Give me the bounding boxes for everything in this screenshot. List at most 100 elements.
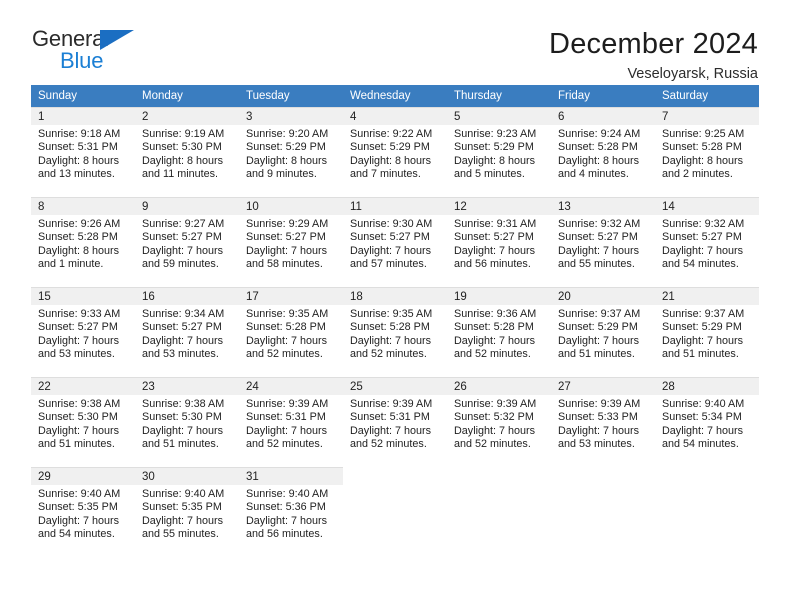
calendar-day-cell[interactable]: 14 Sunrise: 9:32 AM Sunset: 5:27 PM Dayligh… xyxy=(655,197,759,287)
calendar-day-cell[interactable]: 3 Sunrise: 9:20 AM Sunset: 5:29 PM Daylight… xyxy=(239,107,343,197)
day-number: 31 xyxy=(239,467,343,485)
calendar-day-cell[interactable]: 18 Sunrise: 9:35 AM Sunset: 5:28 PM Dayligh… xyxy=(343,287,447,377)
calendar-day-cell[interactable]: 30 Sunrise: 9:40 AM Sunset: 5:35 PM Dayligh… xyxy=(135,467,239,557)
calendar-day-cell[interactable]: 4 Sunrise: 9:22 AM Sunset: 5:29 PM Daylight… xyxy=(343,107,447,197)
day-info-sunrise: Sunrise: 9:36 AM xyxy=(454,308,537,320)
day-info-sunrise: Sunrise: 9:33 AM xyxy=(38,308,121,320)
day-info-sunset: Sunset: 5:28 PM xyxy=(246,321,326,334)
day-info-sunrise: Sunrise: 9:26 AM xyxy=(38,218,121,230)
day-info-sunrise: Sunrise: 9:32 AM xyxy=(662,218,745,230)
day-info-daylight-line2: and 51 minutes. xyxy=(558,347,635,360)
day-info-sunrise: Sunrise: 9:24 AM xyxy=(558,128,641,140)
day-info-daylight-line1: Daylight: 7 hours xyxy=(38,514,120,527)
calendar-day-cell[interactable]: 27 Sunrise: 9:39 AM Sunset: 5:33 PM Dayligh… xyxy=(551,377,655,467)
day-cell-inner: 12 Sunrise: 9:31 AM Sunset: 5:27 PM Dayligh… xyxy=(447,197,551,287)
day-info-daylight-line2: and 59 minutes. xyxy=(142,257,219,270)
day-cell-inner: 31 Sunrise: 9:40 AM Sunset: 5:36 PM Dayligh… xyxy=(239,467,343,557)
calendar-day-cell[interactable]: 29 Sunrise: 9:40 AM Sunset: 5:35 PM Dayligh… xyxy=(31,467,135,557)
day-number: 18 xyxy=(343,287,447,305)
day-cell-inner: 9 Sunrise: 9:27 AM Sunset: 5:27 PM Daylight… xyxy=(135,197,239,287)
day-cell-inner: 27 Sunrise: 9:39 AM Sunset: 5:33 PM Dayligh… xyxy=(551,377,655,467)
day-info-sunrise: Sunrise: 9:38 AM xyxy=(38,398,121,410)
day-info-sunrise: Sunrise: 9:34 AM xyxy=(142,308,225,320)
day-info-sunrise: Sunrise: 9:40 AM xyxy=(38,488,121,500)
day-info-daylight-line1: Daylight: 7 hours xyxy=(662,244,744,257)
calendar-day-cell[interactable]: 17 Sunrise: 9:35 AM Sunset: 5:28 PM Dayligh… xyxy=(239,287,343,377)
day-info-sunset: Sunset: 5:28 PM xyxy=(558,141,638,154)
day-info: Sunrise: 9:20 AM Sunset: 5:29 PM Daylight:… xyxy=(239,125,343,181)
day-number: 16 xyxy=(135,287,239,305)
day-cell-inner: 6 Sunrise: 9:24 AM Sunset: 5:28 PM Daylight… xyxy=(551,107,655,197)
day-number: 7 xyxy=(655,107,759,125)
day-info: Sunrise: 9:23 AM Sunset: 5:29 PM Daylight:… xyxy=(447,125,551,181)
day-info-daylight-line2: and 54 minutes. xyxy=(38,527,115,540)
day-cell-inner: 22 Sunrise: 9:38 AM Sunset: 5:30 PM Dayligh… xyxy=(31,377,135,467)
day-info: Sunrise: 9:18 AM Sunset: 5:31 PM Daylight:… xyxy=(31,125,135,181)
day-info-daylight-line2: and 52 minutes. xyxy=(350,347,427,360)
calendar-day-cell[interactable]: 15 Sunrise: 9:33 AM Sunset: 5:27 PM Dayligh… xyxy=(31,287,135,377)
day-info-daylight-line1: Daylight: 7 hours xyxy=(558,424,640,437)
general-blue-logo[interactable]: General Blue xyxy=(32,26,144,78)
calendar-week-row: 22 Sunrise: 9:38 AM Sunset: 5:30 PM Dayligh… xyxy=(31,377,759,467)
day-info: Sunrise: 9:34 AM Sunset: 5:27 PM Daylight:… xyxy=(135,305,239,361)
day-cell-inner: 10 Sunrise: 9:29 AM Sunset: 5:27 PM Dayligh… xyxy=(239,197,343,287)
day-info xyxy=(655,485,759,488)
calendar-day-cell[interactable]: 10 Sunrise: 9:29 AM Sunset: 5:27 PM Dayligh… xyxy=(239,197,343,287)
day-info-sunset: Sunset: 5:27 PM xyxy=(142,321,222,334)
day-info-sunset: Sunset: 5:35 PM xyxy=(38,501,118,514)
calendar-day-cell[interactable]: 6 Sunrise: 9:24 AM Sunset: 5:28 PM Daylight… xyxy=(551,107,655,197)
day-info-sunset: Sunset: 5:30 PM xyxy=(142,141,222,154)
day-cell-inner: 21 Sunrise: 9:37 AM Sunset: 5:29 PM Dayligh… xyxy=(655,287,759,377)
day-info-daylight-line2: and 51 minutes. xyxy=(142,437,219,450)
day-info: Sunrise: 9:24 AM Sunset: 5:28 PM Daylight:… xyxy=(551,125,655,181)
calendar-day-cell[interactable]: 9 Sunrise: 9:27 AM Sunset: 5:27 PM Daylight… xyxy=(135,197,239,287)
calendar-day-cell[interactable]: 16 Sunrise: 9:34 AM Sunset: 5:27 PM Dayligh… xyxy=(135,287,239,377)
day-info-daylight-line1: Daylight: 7 hours xyxy=(142,514,224,527)
calendar-day-cell[interactable]: 23 Sunrise: 9:38 AM Sunset: 5:30 PM Dayligh… xyxy=(135,377,239,467)
day-info: Sunrise: 9:22 AM Sunset: 5:29 PM Daylight:… xyxy=(343,125,447,181)
calendar-day-cell[interactable]: 8 Sunrise: 9:26 AM Sunset: 5:28 PM Daylight… xyxy=(31,197,135,287)
day-info-sunrise: Sunrise: 9:39 AM xyxy=(350,398,433,410)
day-info-daylight-line2: and 7 minutes. xyxy=(350,167,421,180)
day-info: Sunrise: 9:29 AM Sunset: 5:27 PM Daylight:… xyxy=(239,215,343,271)
calendar-day-cell[interactable]: 28 Sunrise: 9:40 AM Sunset: 5:34 PM Dayligh… xyxy=(655,377,759,467)
day-info: Sunrise: 9:40 AM Sunset: 5:36 PM Daylight:… xyxy=(239,485,343,541)
calendar-day-cell[interactable]: 31 Sunrise: 9:40 AM Sunset: 5:36 PM Dayligh… xyxy=(239,467,343,557)
day-info-daylight-line2: and 55 minutes. xyxy=(558,257,635,270)
day-number: 25 xyxy=(343,377,447,395)
day-info: Sunrise: 9:39 AM Sunset: 5:31 PM Daylight:… xyxy=(343,395,447,451)
calendar-day-cell[interactable]: 21 Sunrise: 9:37 AM Sunset: 5:29 PM Dayligh… xyxy=(655,287,759,377)
calendar-day-cell[interactable]: 5 Sunrise: 9:23 AM Sunset: 5:29 PM Daylight… xyxy=(447,107,551,197)
calendar-day-cell[interactable]: 26 Sunrise: 9:39 AM Sunset: 5:32 PM Dayligh… xyxy=(447,377,551,467)
day-info-daylight-line1: Daylight: 7 hours xyxy=(662,424,744,437)
day-info-daylight-line1: Daylight: 7 hours xyxy=(246,514,328,527)
day-info xyxy=(551,485,655,488)
calendar-day-cell[interactable]: 13 Sunrise: 9:32 AM Sunset: 5:27 PM Dayligh… xyxy=(551,197,655,287)
day-info-daylight-line2: and 54 minutes. xyxy=(662,437,739,450)
calendar-day-cell[interactable]: 12 Sunrise: 9:31 AM Sunset: 5:27 PM Dayligh… xyxy=(447,197,551,287)
day-info: Sunrise: 9:26 AM Sunset: 5:28 PM Daylight:… xyxy=(31,215,135,271)
day-number: 1 xyxy=(31,107,135,125)
calendar-day-cell[interactable]: 25 Sunrise: 9:39 AM Sunset: 5:31 PM Dayligh… xyxy=(343,377,447,467)
calendar-day-cell-empty xyxy=(343,467,447,557)
day-cell-inner: 23 Sunrise: 9:38 AM Sunset: 5:30 PM Dayligh… xyxy=(135,377,239,467)
day-info-sunrise: Sunrise: 9:20 AM xyxy=(246,128,329,140)
calendar-day-cell[interactable]: 22 Sunrise: 9:38 AM Sunset: 5:30 PM Dayligh… xyxy=(31,377,135,467)
calendar-day-cell[interactable]: 24 Sunrise: 9:39 AM Sunset: 5:31 PM Dayligh… xyxy=(239,377,343,467)
day-info-sunset: Sunset: 5:27 PM xyxy=(662,231,742,244)
calendar-day-cell[interactable]: 2 Sunrise: 9:19 AM Sunset: 5:30 PM Daylight… xyxy=(135,107,239,197)
day-info: Sunrise: 9:33 AM Sunset: 5:27 PM Daylight:… xyxy=(31,305,135,361)
day-info: Sunrise: 9:35 AM Sunset: 5:28 PM Daylight:… xyxy=(239,305,343,361)
day-info-daylight-line1: Daylight: 8 hours xyxy=(142,154,224,167)
day-info: Sunrise: 9:38 AM Sunset: 5:30 PM Daylight:… xyxy=(135,395,239,451)
calendar-day-cell[interactable]: 1 Sunrise: 9:18 AM Sunset: 5:31 PM Daylight… xyxy=(31,107,135,197)
day-number: 21 xyxy=(655,287,759,305)
day-cell-inner xyxy=(551,467,655,557)
calendar-day-cell[interactable]: 19 Sunrise: 9:36 AM Sunset: 5:28 PM Dayligh… xyxy=(447,287,551,377)
calendar-day-cell[interactable]: 7 Sunrise: 9:25 AM Sunset: 5:28 PM Daylight… xyxy=(655,107,759,197)
calendar-day-cell[interactable]: 11 Sunrise: 9:30 AM Sunset: 5:27 PM Dayligh… xyxy=(343,197,447,287)
calendar-day-cell[interactable]: 20 Sunrise: 9:37 AM Sunset: 5:29 PM Dayligh… xyxy=(551,287,655,377)
title-block: December 2024 Veseloyarsk, Russia xyxy=(549,26,758,83)
day-number: 4 xyxy=(343,107,447,125)
day-info-daylight-line2: and 52 minutes. xyxy=(454,347,531,360)
